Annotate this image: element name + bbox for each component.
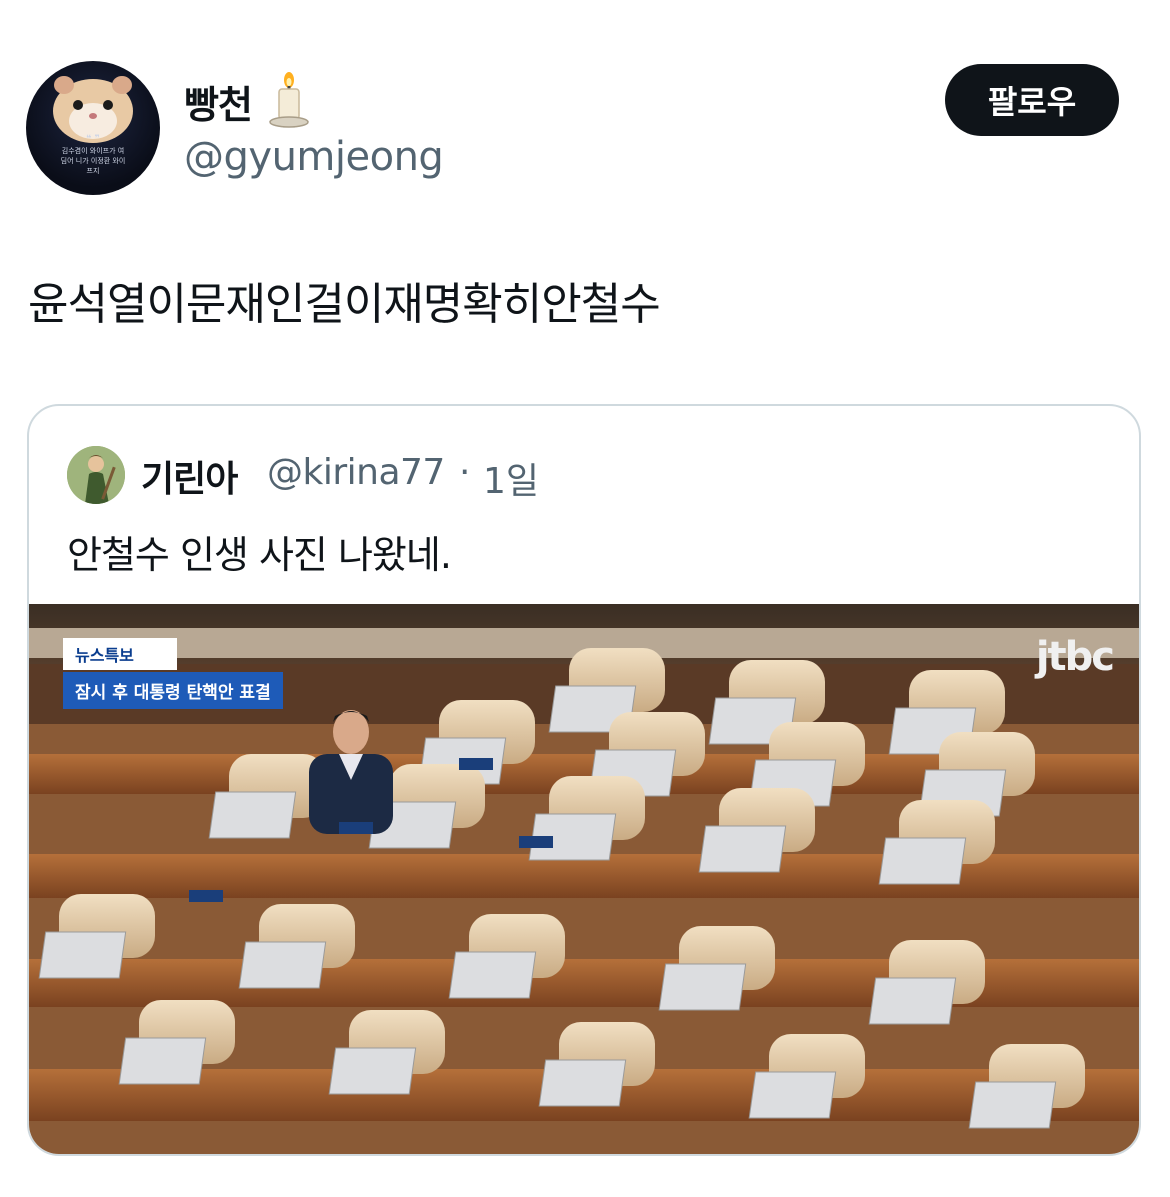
quoted-author-avatar[interactable] <box>67 446 125 504</box>
avatar-caption-2: 딤어 니가 이정환 와이 <box>60 157 126 165</box>
quoted-media-image[interactable]: 뉴스특보 잠시 후 대통령 탄핵안 표결 jtbc <box>29 604 1139 1154</box>
tweet-text: 윤석열이문재인걸이재명확히안철수 <box>28 279 661 330</box>
quoted-timestamp[interactable]: 1일 <box>483 452 539 504</box>
news-label: 뉴스특보 <box>63 638 177 670</box>
follow-button[interactable]: 팔로우 <box>945 64 1119 136</box>
news-headline: 잠시 후 대통령 탄핵안 표결 <box>63 672 283 709</box>
avatar-caption-3: 프지 <box>86 167 100 175</box>
quoted-tweet-text: 안철수 인생 사진 나왔네. <box>67 533 452 577</box>
author-handle[interactable]: @gyumjeong <box>184 134 444 180</box>
avatar-caption-1: 김수겸이 와이프가 여 <box>61 147 125 155</box>
news-ticker: 뉴스특보 잠시 후 대통령 탄핵안 표결 <box>63 638 283 709</box>
author-avatar[interactable]: ❝ ❞ 김수겸이 와이프가 여 딤어 니가 이정환 와이 프지 <box>26 61 160 195</box>
hamster-image <box>53 76 133 143</box>
author-display-name[interactable]: 빵천 <box>184 74 253 129</box>
quoted-handle[interactable]: @kirina77 <box>267 452 445 493</box>
quoted-tweet-card[interactable]: 기린아 @kirina77 · 1일 안철수 인생 사진 나왔네. 뉴스특보 잠… <box>27 404 1141 1156</box>
broadcaster-logo: jtbc <box>1035 634 1115 680</box>
character-image <box>67 446 125 504</box>
separator-dot: · <box>459 452 471 493</box>
quoted-display-name[interactable]: 기린아 <box>141 450 238 502</box>
candle-icon <box>269 72 309 128</box>
